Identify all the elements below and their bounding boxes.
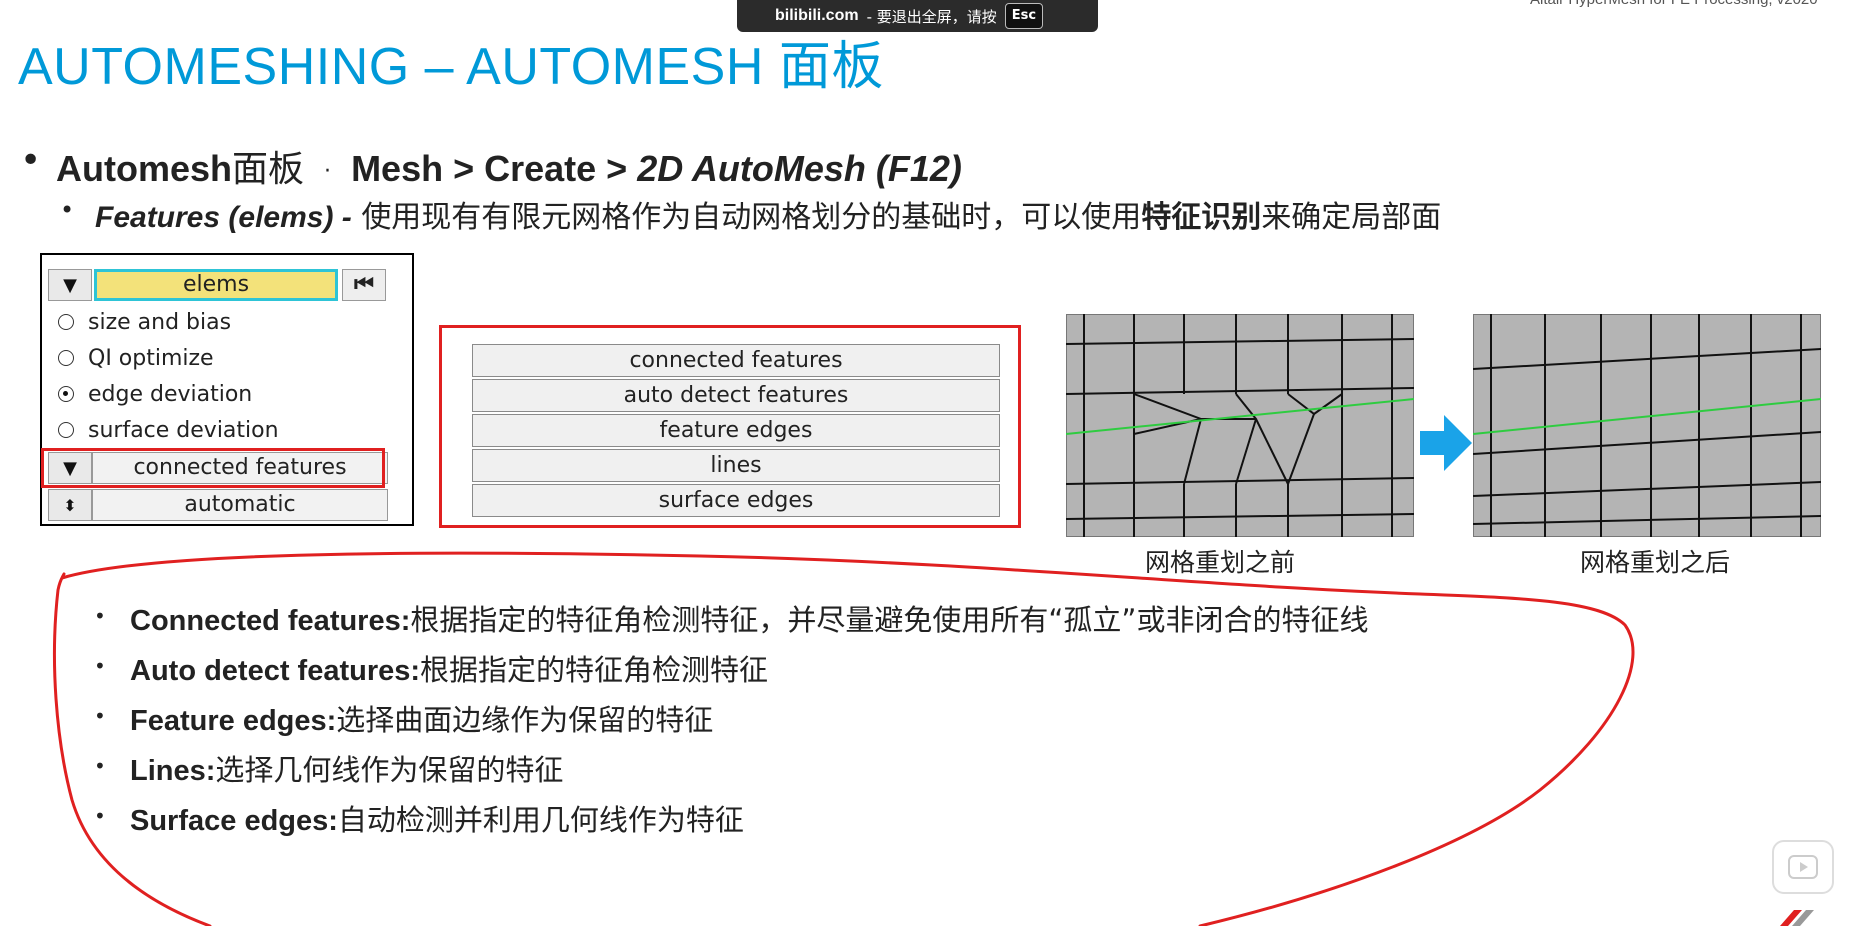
feature-name: Connected features: bbox=[130, 605, 411, 637]
automesh-panel: ▼ elems ⏮ size and bias QI optimize edge… bbox=[40, 253, 414, 526]
play-icon bbox=[1788, 855, 1818, 879]
feature-desc: 选择几何线作为保留的特征 bbox=[215, 753, 564, 787]
option-feature-edges[interactable]: feature edges bbox=[472, 414, 1000, 447]
elems-selector[interactable]: elems bbox=[94, 269, 338, 301]
option-surface-edges[interactable]: surface edges bbox=[472, 484, 1000, 517]
mesh-before-image bbox=[1066, 314, 1414, 537]
arrow-right-icon bbox=[1420, 415, 1472, 471]
selector-dropdown-button[interactable]: ▼ bbox=[48, 269, 92, 301]
menu-path-item: 2D AutoMesh (F12) bbox=[637, 148, 962, 189]
features-elems-label: Features (elems) - bbox=[95, 201, 352, 234]
feature-name: Auto detect features: bbox=[130, 655, 421, 687]
toast-brand: bilibili.com bbox=[775, 7, 859, 24]
feature-name: Feature edges: bbox=[130, 705, 337, 737]
feature-name: Lines: bbox=[130, 755, 216, 787]
separator-dot: · bbox=[324, 158, 332, 184]
slide-footer-note: Altair HyperMesh for FE Processing, v202… bbox=[1530, 0, 1818, 8]
features-desc-1: 使用现有有限元网格作为自动网格划分的基础时，可以使用 bbox=[361, 200, 1142, 235]
radio-selected-icon bbox=[58, 386, 74, 402]
feature-desc: 自动检测并利用几何线作为特征 bbox=[337, 803, 744, 837]
features-desc-2: 来确定局部面 bbox=[1261, 200, 1442, 235]
player-toggle-button[interactable] bbox=[1772, 840, 1834, 894]
mesh-after-image bbox=[1473, 314, 1821, 537]
option-connected-features[interactable]: connected features bbox=[472, 344, 1000, 377]
caption-before: 网格重划之前 bbox=[1145, 548, 1296, 577]
feature-options-list: connected features auto detect features … bbox=[439, 325, 1021, 528]
radio-surface-deviation[interactable]: surface deviation bbox=[58, 415, 279, 445]
bullet-dot: • bbox=[20, 140, 42, 181]
radio-size-and-bias[interactable]: size and bias bbox=[58, 307, 231, 337]
feature-desc: 根据指定的特征角检测特征，并尽量避免使用所有“孤立”或非闭合的特征线 bbox=[410, 603, 1369, 637]
option-lines[interactable]: lines bbox=[472, 449, 1000, 482]
reset-selection-button[interactable]: ⏮ bbox=[342, 269, 386, 301]
bullet-dot: • bbox=[94, 654, 106, 678]
toast-message: - 要退出全屏，请按 bbox=[866, 7, 997, 26]
feature-desc: 根据指定的特征角检测特征 bbox=[420, 653, 769, 687]
panel-label: 面板 bbox=[232, 149, 305, 190]
radio-icon bbox=[58, 422, 74, 438]
menu-path: Mesh > Create > bbox=[351, 148, 628, 189]
radio-label: surface deviation bbox=[88, 417, 279, 443]
bullet-dot: • bbox=[94, 604, 106, 628]
esc-key-hint[interactable]: Esc bbox=[1004, 3, 1044, 29]
skip-back-icon: ⏮ bbox=[354, 272, 374, 297]
spacing-mode-select[interactable]: automatic bbox=[92, 489, 388, 521]
automesh-label: Automesh bbox=[56, 148, 233, 189]
bullet-dot: • bbox=[94, 804, 106, 828]
altair-logo-icon bbox=[1780, 910, 1814, 926]
up-down-arrows-icon: ⬍ bbox=[63, 495, 77, 515]
highlight-annotation bbox=[41, 448, 385, 488]
radio-label: QI optimize bbox=[88, 345, 214, 371]
bullet-dot: • bbox=[60, 196, 75, 224]
radio-qi-optimize[interactable]: QI optimize bbox=[58, 343, 214, 373]
radio-edge-deviation[interactable]: edge deviation bbox=[58, 379, 252, 409]
bullet-dot: • bbox=[94, 704, 106, 728]
option-auto-detect-features[interactable]: auto detect features bbox=[472, 379, 1000, 412]
spacing-toggle-button[interactable]: ⬍ bbox=[48, 489, 92, 521]
feature-desc: 选择曲面边缘作为保留的特征 bbox=[336, 703, 714, 737]
radio-icon bbox=[58, 350, 74, 366]
bullet-dot: • bbox=[94, 754, 106, 778]
feature-name: Surface edges: bbox=[130, 805, 338, 837]
chevron-down-icon: ▼ bbox=[63, 274, 77, 296]
radio-label: size and bias bbox=[88, 309, 232, 335]
caption-after: 网格重划之后 bbox=[1580, 548, 1731, 577]
features-desc-bold: 特征识别 bbox=[1141, 200, 1262, 235]
slide-title: AUTOMESHING – AUTOMESH 面板 bbox=[18, 38, 884, 96]
radio-label: edge deviation bbox=[88, 381, 253, 407]
radio-icon bbox=[58, 314, 74, 330]
